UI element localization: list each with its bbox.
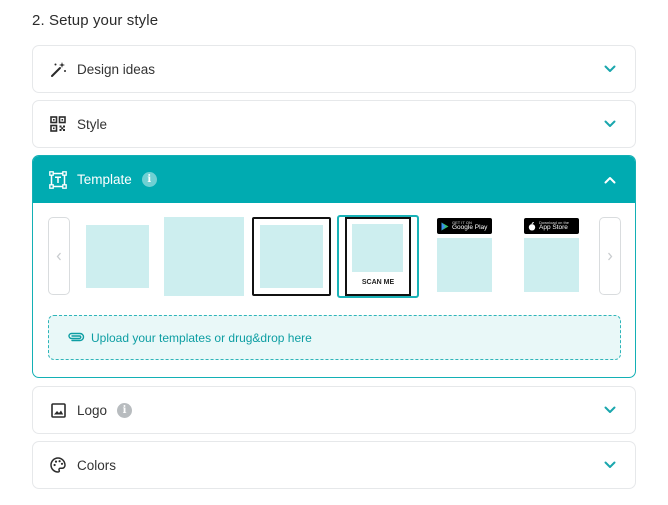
chevron-up-icon[interactable] bbox=[603, 173, 617, 187]
chevron-down-icon[interactable] bbox=[603, 403, 617, 417]
section-title: 2. Setup your style bbox=[32, 12, 159, 29]
qr-placeholder bbox=[524, 238, 579, 292]
upload-templates-dropzone[interactable]: Upload your templates or drug&drop here bbox=[48, 315, 621, 360]
accordion-label: Colors bbox=[77, 457, 117, 473]
template-panel: SCAN ME GET IT ON Google Play Download on… bbox=[33, 203, 635, 377]
carousel-next-button[interactable] bbox=[599, 217, 621, 295]
image-icon bbox=[49, 401, 67, 419]
accordion-label: Template bbox=[77, 172, 132, 187]
accordion-colors: Colors bbox=[32, 441, 636, 489]
upload-label: Upload your templates or drug&drop here bbox=[91, 330, 312, 345]
template-tile-scan-me[interactable]: SCAN ME bbox=[337, 215, 419, 298]
magic-wand-icon bbox=[49, 60, 67, 78]
chevron-down-icon[interactable] bbox=[603, 458, 617, 472]
chevron-down-icon[interactable] bbox=[603, 117, 617, 131]
template-tile-google-play[interactable]: GET IT ON Google Play bbox=[433, 217, 496, 297]
accordion-header-logo[interactable]: Logo i bbox=[33, 387, 635, 433]
chevron-right-icon bbox=[608, 252, 613, 260]
paperclip-icon bbox=[67, 329, 85, 347]
qr-placeholder bbox=[164, 217, 244, 296]
template-tile-plain[interactable] bbox=[83, 217, 151, 295]
palette-icon bbox=[49, 456, 67, 474]
accordion-header-colors[interactable]: Colors bbox=[33, 442, 635, 488]
accordion-header-template[interactable]: Template i bbox=[33, 156, 635, 203]
template-frame-icon bbox=[49, 170, 67, 189]
accordion-label: Design ideas bbox=[77, 61, 156, 77]
qr-placeholder bbox=[260, 225, 323, 288]
accordion-style: Style bbox=[32, 100, 636, 148]
info-icon[interactable]: i bbox=[117, 402, 133, 418]
qr-placeholder bbox=[86, 225, 149, 288]
accordion-template: Template i SCAN ME GET IT ON Google Play… bbox=[32, 155, 636, 378]
app-store-badge: Download on the App Store bbox=[524, 218, 579, 234]
qr-placeholder bbox=[437, 238, 492, 292]
accordion-header-style[interactable]: Style bbox=[33, 101, 635, 147]
scan-me-caption: SCAN ME bbox=[361, 279, 395, 286]
accordion-label: Style bbox=[77, 116, 108, 132]
info-icon[interactable]: i bbox=[141, 172, 157, 187]
accordion-logo: Logo i bbox=[32, 386, 636, 434]
qr-code-icon bbox=[49, 115, 67, 133]
google-play-badge: GET IT ON Google Play bbox=[437, 218, 492, 234]
accordion-design-ideas: Design ideas bbox=[32, 45, 636, 93]
carousel-prev-button[interactable] bbox=[48, 217, 70, 295]
apple-icon bbox=[528, 221, 536, 230]
play-store-icon bbox=[441, 222, 449, 230]
accordion-label: Logo bbox=[77, 402, 108, 418]
chevron-left-icon bbox=[56, 252, 61, 260]
template-tile-full-bleed[interactable] bbox=[164, 217, 244, 296]
qr-placeholder bbox=[352, 224, 403, 272]
template-tile-app-store[interactable]: Download on the App Store bbox=[520, 217, 583, 297]
scan-me-frame: SCAN ME bbox=[345, 217, 411, 296]
accordion-header-design-ideas[interactable]: Design ideas bbox=[33, 46, 635, 92]
chevron-down-icon[interactable] bbox=[603, 62, 617, 76]
template-tile-black-frame[interactable] bbox=[252, 217, 331, 296]
